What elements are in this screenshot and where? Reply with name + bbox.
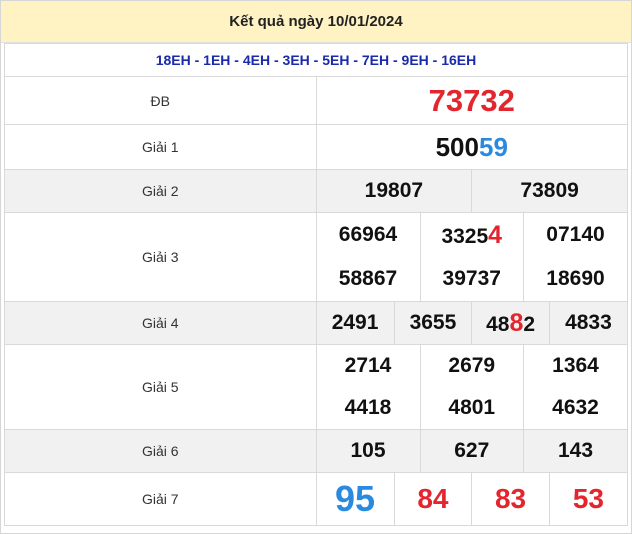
prize-6-num: 627	[419, 430, 524, 472]
label-g6: Giải 6	[4, 429, 317, 473]
prize-2-cell: 19807 73809	[315, 169, 628, 213]
prize-3-num: 39737	[419, 257, 524, 301]
label-g1: Giải 1	[4, 124, 317, 170]
prize-3-cell: 66964 33254 07140 58867 39737 18690	[315, 212, 628, 302]
row-g4: Giải 4 2491 3655 4882 4833	[4, 301, 628, 345]
prize-2-num: 73809	[471, 170, 627, 212]
prize-5-num: 2714	[344, 354, 392, 377]
prize-4-cell: 2491 3655 4882 4833	[315, 301, 628, 345]
row-g2: Giải 2 19807 73809	[4, 169, 628, 213]
label-g7: Giải 7	[4, 472, 317, 526]
row-db: ĐB 73732	[4, 76, 628, 125]
prize-3-num: 18690	[523, 257, 627, 301]
label-g5: Giải 5	[4, 344, 317, 430]
codes-text: 18EH - 1EH - 4EH - 3EH - 5EH - 7EH - 9EH…	[4, 43, 628, 77]
prize-3-num: 66964	[338, 223, 398, 246]
prize-4-part: 2	[523, 312, 536, 336]
results-panel: Kết quả ngày 10/01/2024 18EH - 1EH - 4EH…	[0, 0, 632, 534]
prize-2-num: 19807	[364, 179, 424, 202]
row-g3: Giải 3 66964 33254 07140 58867 39737 186…	[4, 212, 628, 302]
prize-7-num: 84	[393, 473, 472, 525]
prize-5-num: 2679	[419, 345, 524, 387]
label-db: ĐB	[4, 76, 317, 125]
codes-row: 18EH - 1EH - 4EH - 3EH - 5EH - 7EH - 9EH…	[4, 43, 628, 77]
prize-5-num: 4801	[419, 387, 524, 429]
row-g1: Giải 1 50059	[4, 124, 628, 170]
prize-5-num: 1364	[523, 345, 627, 387]
prize-4-num: 4882	[471, 302, 550, 344]
prize-6-num: 143	[523, 430, 627, 472]
special-prize: 73732	[315, 76, 628, 125]
results-title: Kết quả ngày 10/01/2024	[1, 1, 631, 43]
prize-4-num: 4833	[548, 302, 627, 344]
prize-3-num: 58867	[338, 267, 398, 290]
prize-5-num: 4418	[344, 396, 392, 419]
row-g5: Giải 5 2714 2679 1364 4418 4801 4632	[4, 344, 628, 430]
prize-7-num: 53	[548, 473, 627, 525]
prize-4-num: 2491	[331, 311, 379, 334]
prize-3-prefix: 3325	[441, 224, 489, 248]
prize-5-cell: 2714 2679 1364 4418 4801 4632	[315, 344, 628, 430]
prize-3-num: 33254	[419, 213, 524, 257]
results-table: 18EH - 1EH - 4EH - 3EH - 5EH - 7EH - 9EH…	[4, 43, 628, 526]
prize-1: 50059	[315, 124, 628, 170]
prize-7-num: 95	[335, 478, 376, 519]
prize-1-prefix: 500	[435, 131, 479, 162]
prize-7-cell: 95 84 83 53	[315, 472, 628, 526]
prize-4-part: 48	[486, 312, 510, 336]
label-g2: Giải 2	[4, 169, 317, 213]
prize-6-cell: 105 627 143	[315, 429, 628, 473]
row-g6: Giải 6 105 627 143	[4, 429, 628, 473]
row-g7: Giải 7 95 84 83 53	[4, 472, 628, 526]
prize-3-num: 07140	[523, 213, 627, 257]
prize-6-num: 105	[350, 439, 386, 462]
prize-5-num: 4632	[523, 387, 627, 429]
prize-4-highlight: 8	[509, 308, 524, 337]
prize-7-num: 83	[471, 473, 550, 525]
prize-3-tail: 4	[488, 220, 503, 249]
label-g4: Giải 4	[4, 301, 317, 345]
prize-1-tail: 59	[478, 131, 508, 162]
label-g3: Giải 3	[4, 212, 317, 302]
prize-4-num: 3655	[393, 302, 472, 344]
